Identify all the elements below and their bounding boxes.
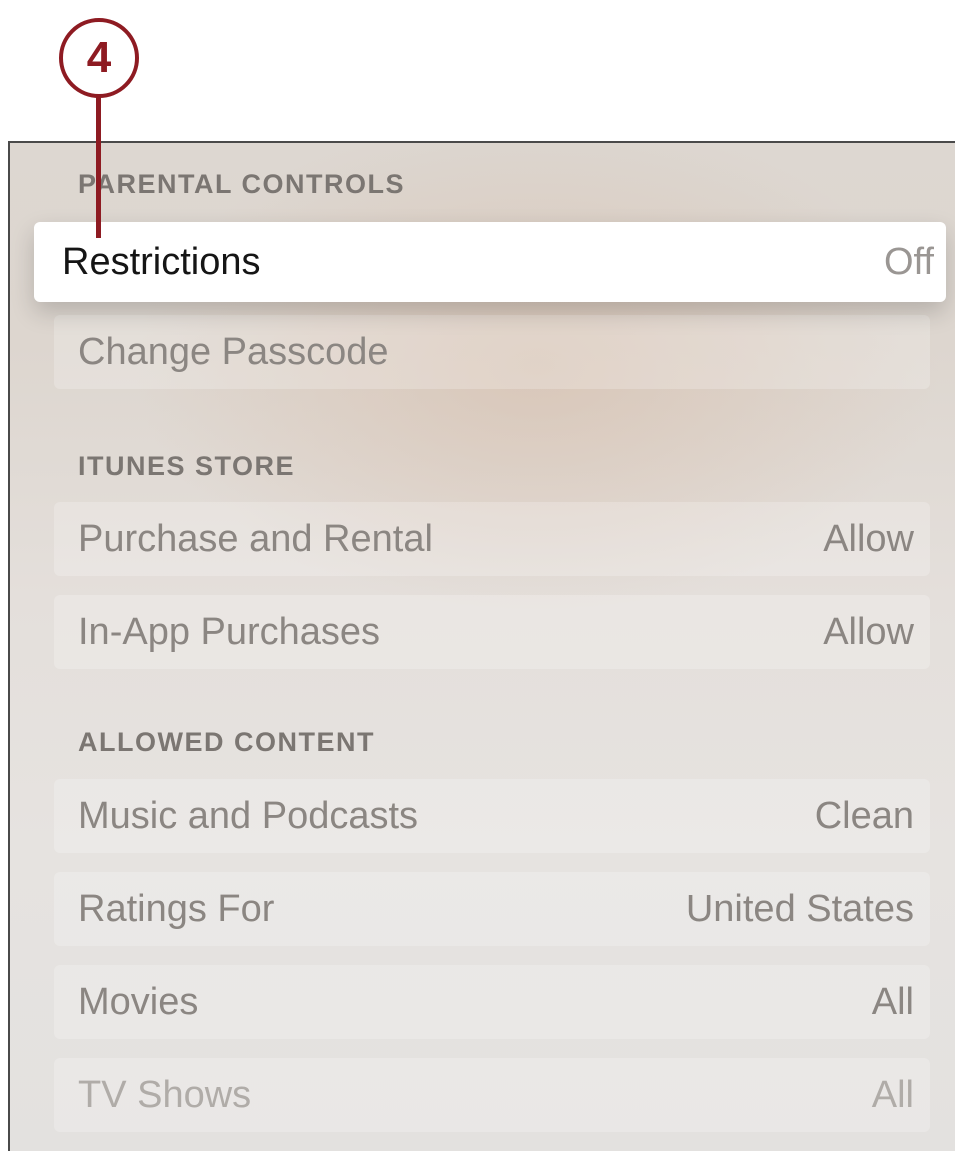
tv-shows-row[interactable]: TV Shows All — [54, 1058, 930, 1132]
change-passcode-label: Change Passcode — [78, 330, 389, 373]
in-app-purchases-value: Allow — [823, 610, 914, 653]
movies-row[interactable]: Movies All — [54, 965, 930, 1039]
music-and-podcasts-row[interactable]: Music and Podcasts Clean — [54, 779, 930, 853]
section-header-parental-controls: PARENTAL CONTROLS — [78, 169, 405, 199]
tv-shows-value: All — [871, 1073, 914, 1116]
movies-label: Movies — [78, 980, 199, 1023]
tv-shows-label: TV Shows — [78, 1073, 252, 1116]
section-header-allowed-content: ALLOWED CONTENT — [78, 727, 375, 757]
movies-value: All — [871, 980, 914, 1023]
change-passcode-row[interactable]: Change Passcode — [54, 315, 930, 389]
restrictions-settings-screen: PARENTAL CONTROLS Restrictions Off Chang… — [8, 141, 955, 1151]
music-and-podcasts-label: Music and Podcasts — [78, 794, 419, 837]
restrictions-label: Restrictions — [62, 240, 261, 283]
purchase-and-rental-value: Allow — [823, 517, 914, 560]
ratings-for-row[interactable]: Ratings For United States — [54, 872, 930, 946]
ratings-for-label: Ratings For — [78, 887, 275, 930]
step-callout-pointer — [96, 96, 101, 238]
step-callout-number: 4 — [86, 33, 112, 82]
step-callout-badge: 4 — [59, 18, 139, 98]
restrictions-row[interactable]: Restrictions Off — [34, 222, 946, 302]
restrictions-value: Off — [884, 240, 934, 283]
section-header-itunes-store: ITUNES STORE — [78, 451, 296, 481]
in-app-purchases-label: In-App Purchases — [78, 610, 381, 653]
ratings-for-value: United States — [685, 887, 914, 930]
purchase-and-rental-row[interactable]: Purchase and Rental Allow — [54, 502, 930, 576]
in-app-purchases-row[interactable]: In-App Purchases Allow — [54, 595, 930, 669]
music-and-podcasts-value: Clean — [814, 794, 914, 837]
purchase-and-rental-label: Purchase and Rental — [78, 517, 433, 560]
